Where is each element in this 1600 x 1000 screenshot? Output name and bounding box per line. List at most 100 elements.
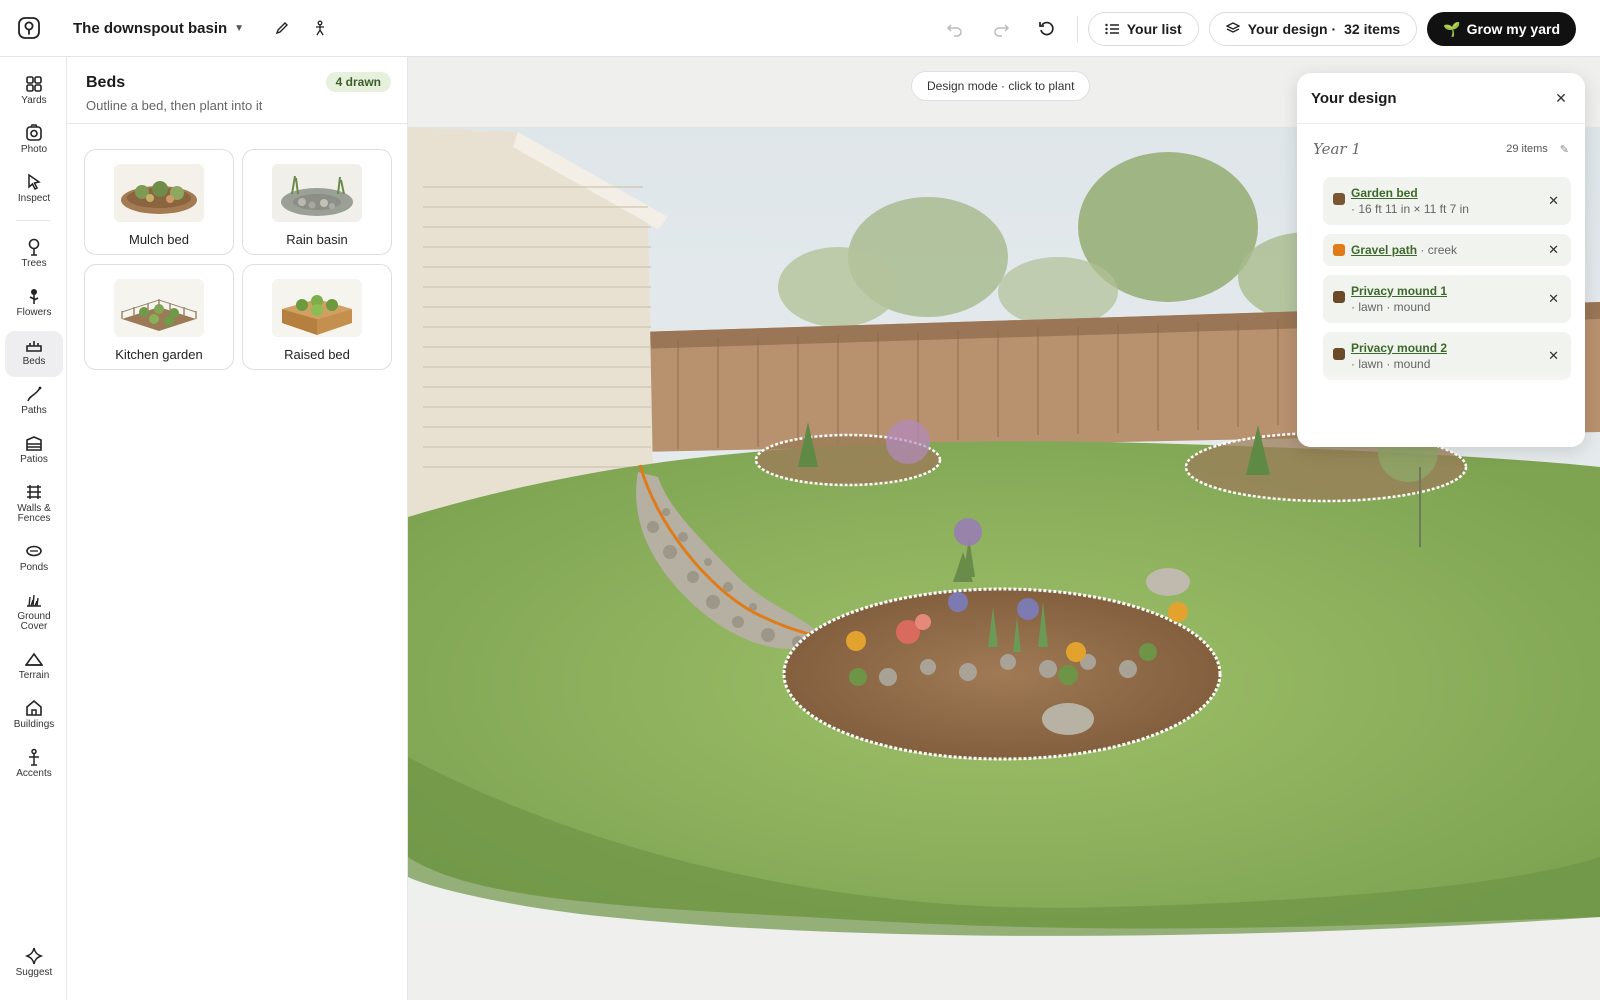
flower-icon [29, 289, 39, 304]
item-name-link[interactable]: Privacy mound 1 [1351, 284, 1447, 298]
list-icon [1105, 23, 1119, 35]
your-design-button[interactable]: Your design · 32 items [1208, 12, 1418, 46]
design-popover-header: Your design ✕ [1297, 73, 1585, 124]
year-label: Year 1 [1313, 140, 1361, 158]
your-design-popover: Your design ✕ Year 1 29 items ✎ Garden b… [1297, 73, 1585, 447]
rail-label: Buildings [13, 719, 55, 730]
rail-label: Photo [20, 144, 48, 155]
rail-label: Ponds [19, 562, 49, 573]
grow-my-yard-button[interactable]: 🌱 Grow my yard [1427, 12, 1576, 46]
person-scale-icon[interactable] [307, 15, 333, 41]
design-item-row[interactable]: Garden bed · 16 ft 11 in × 11 ft 7 in ✕ [1323, 177, 1571, 225]
tree-icon [28, 238, 40, 256]
project-name: The downspout basin [73, 19, 228, 37]
item-name-link[interactable]: Garden bed [1351, 186, 1418, 200]
kitchen-garden-thumbnail [114, 279, 204, 337]
app-logo-icon[interactable] [0, 0, 58, 57]
rename-pencil-icon[interactable] [269, 15, 295, 41]
item-color-swatch [1333, 348, 1345, 360]
remove-item-icon[interactable]: ✕ [1548, 242, 1559, 258]
rail-item-photo[interactable]: Photo [5, 119, 63, 165]
rail-item-trees[interactable]: Trees [5, 233, 63, 279]
item-text: Garden bed · 16 ft 11 in × 11 ft 7 in [1351, 185, 1489, 217]
panel-header: Beds Outline a bed, then plant into it 4… [67, 57, 407, 124]
item-color-swatch [1333, 291, 1345, 303]
rail-item-beds[interactable]: Beds [5, 331, 63, 377]
terrain-icon [25, 652, 43, 666]
chevron-down-icon: ▼ [234, 22, 245, 34]
project-selector[interactable]: The downspout basin ▼ [73, 20, 244, 37]
rail-label: Suggest [15, 967, 53, 978]
bed-card-mulch[interactable]: Mulch bed [84, 149, 234, 255]
your-design-count: 32 items [1344, 21, 1401, 37]
rail-item-ground-cover[interactable]: Ground Cover [5, 586, 63, 642]
remove-item-icon[interactable]: ✕ [1548, 348, 1559, 364]
top-bar: The downspout basin ▼ Your list Your des… [0, 0, 1600, 57]
item-text: Privacy mound 2 · lawn · mound [1351, 340, 1467, 372]
rail-label: Beds [22, 356, 46, 367]
bed-card-label: Mulch bed [129, 232, 189, 247]
patio-icon [26, 436, 42, 451]
rail-label: Patios [20, 454, 48, 465]
grid-icon [26, 76, 42, 92]
rail-item-yards[interactable]: Yards [5, 70, 63, 116]
drawn-count-badge: 4 drawn [325, 72, 391, 92]
camera-icon [26, 124, 42, 141]
bed-card-label: Rain basin [286, 232, 348, 247]
groundcover-icon [27, 594, 41, 607]
design-item-row[interactable]: Gravel path · creek ✕ [1323, 234, 1571, 266]
item-detail: · creek [1420, 243, 1458, 257]
panel-subtitle: Outline a bed, then plant into it [86, 98, 263, 113]
remove-item-icon[interactable]: ✕ [1548, 291, 1559, 307]
your-design-label: Your design · [1247, 21, 1337, 37]
rail-item-ponds[interactable]: Ponds [5, 537, 63, 583]
rail-item-accents[interactable]: Accents [5, 743, 63, 789]
rail-item-buildings[interactable]: Buildings [5, 694, 63, 740]
item-detail: · 16 ft 11 in × 11 ft 7 in [1351, 202, 1469, 216]
tool-rail: Yards Photo Inspect Trees Flowers Beds P… [0, 57, 67, 1000]
item-detail: · lawn · mound [1351, 300, 1431, 314]
path-icon [27, 386, 42, 402]
beds-panel: Beds Outline a bed, then plant into it 4… [67, 57, 408, 1000]
year-meta: 29 items ✎ [1506, 143, 1569, 156]
rail-item-paths[interactable]: Paths [5, 380, 63, 426]
rail-item-patios[interactable]: Patios [5, 429, 63, 475]
rail-item-suggest[interactable]: Suggest [5, 942, 63, 988]
toolbar-divider [1076, 16, 1078, 42]
bed-card-kitchen-garden[interactable]: Kitchen garden [84, 264, 234, 370]
design-item-row[interactable]: Privacy mound 1 · lawn · mound ✕ [1323, 275, 1571, 323]
accent-icon [29, 748, 39, 766]
bed-icon [26, 341, 42, 352]
design-popover-title: Your design [1311, 89, 1397, 107]
remove-item-icon[interactable]: ✕ [1548, 193, 1559, 209]
bed-card-rain-basin[interactable]: Rain basin [242, 149, 392, 255]
redo-icon[interactable] [981, 12, 1021, 46]
bed-card-raised-bed[interactable]: Raised bed [242, 264, 392, 370]
your-list-button[interactable]: Your list [1087, 12, 1199, 46]
design-mode-chip: Design mode · click to plant [911, 71, 1091, 101]
edit-pencil-icon[interactable]: ✎ [1560, 143, 1569, 156]
rail-item-terrain[interactable]: Terrain [5, 645, 63, 691]
rail-label: Accents [16, 768, 52, 779]
list-fade-overlay [1297, 369, 1585, 447]
reset-icon[interactable] [1027, 12, 1067, 46]
rail-label: Terrain [18, 670, 50, 681]
rail-item-inspect[interactable]: Inspect [5, 168, 63, 214]
rail-label: Trees [21, 258, 47, 269]
pointer-icon [28, 173, 41, 191]
item-name-link[interactable]: Privacy mound 2 [1351, 341, 1447, 355]
rail-item-walls-fences[interactable]: Walls & Fences [5, 478, 63, 534]
fence-icon [27, 485, 41, 499]
close-icon[interactable]: ✕ [1551, 90, 1571, 107]
undo-icon[interactable] [935, 12, 975, 46]
item-text: Gravel path · creek [1351, 242, 1477, 258]
layers-icon [1225, 22, 1240, 33]
year-row: Year 1 29 items ✎ [1297, 139, 1585, 159]
pond-icon [26, 545, 42, 557]
grow-my-yard-label: Grow my yard [1466, 21, 1560, 37]
rail-item-flowers[interactable]: Flowers [5, 282, 63, 328]
item-name-link[interactable]: Gravel path [1351, 243, 1417, 257]
rail-label: Inspect [17, 193, 51, 204]
bed-type-grid: Mulch bed Rain basin Kitchen garden Rais… [84, 149, 392, 370]
bed-card-label: Kitchen garden [115, 347, 203, 362]
